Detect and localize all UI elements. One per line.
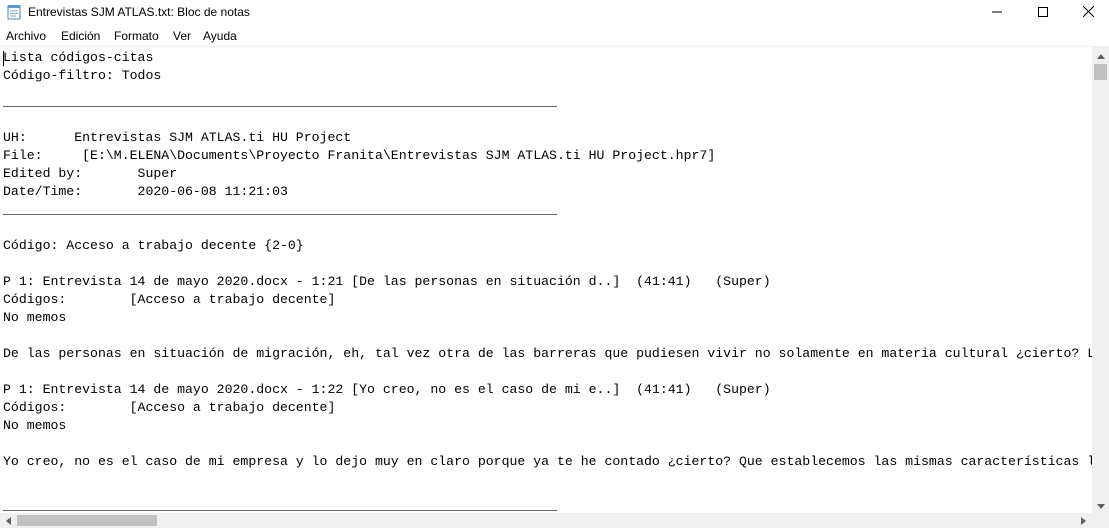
text-line: Edited by: Super [3,166,178,181]
close-button[interactable] [1065,0,1109,25]
text-line: File: [E:\M.ELENA\Documents\Proyecto Fra… [3,148,716,163]
text-line: Date/Time: 2020-06-08 11:21:03 [3,184,288,199]
menu-bar: Archivo Edición Formato Ver Ayuda [0,26,1109,46]
scroll-left-button[interactable] [0,513,17,528]
text-line: Yo creo, no es el caso de mi empresa y l… [3,454,1092,469]
document-text[interactable]: Lista códigos-citas Código-filtro: Todos _… [3,49,1092,514]
menu-archivo[interactable]: Archivo [6,29,46,43]
vertical-scrollbar[interactable] [1092,46,1109,513]
text-line: Lista códigos-citas [3,50,154,65]
text-line [3,219,1092,237]
title-bar: Entrevistas SJM ATLAS.txt: Bloc de notas [0,0,1109,25]
chevron-down-icon [1096,496,1105,514]
text-line [3,489,1092,497]
text-line: UH: Entrevistas SJM ATLAS.ti HU Project [3,130,352,145]
horizontal-scroll-thumb[interactable] [17,515,157,526]
horizontal-scrollbar[interactable] [0,513,1092,528]
text-line [3,363,1092,381]
text-line: Código: Acceso a trabajo decente {2-0} [3,238,304,253]
text-line: No memos [3,418,67,433]
text-line: P 1: Entrevista 14 de mayo 2020.docx - 1… [3,274,771,289]
text-editor[interactable]: Lista códigos-citas Código-filtro: Todos _… [0,46,1092,514]
separator-line: ________________________________________… [3,202,557,217]
separator-line: ________________________________________… [3,94,557,109]
text-line: Códigos: [Acceso a trabajo decente] [3,292,336,307]
maximize-button[interactable] [1020,0,1066,25]
text-line [3,327,1092,345]
text-line: P 1: Entrevista 14 de mayo 2020.docx - 1… [3,382,771,397]
text-line [3,471,1092,489]
menu-edicion[interactable]: Edición [61,29,100,43]
text-line: Código-filtro: Todos [3,68,162,83]
minimize-button[interactable] [974,0,1020,25]
notepad-icon [7,4,21,20]
text-line [3,435,1092,453]
window-title: Entrevistas SJM ATLAS.txt: Bloc de notas [28,5,250,19]
close-icon [1082,4,1094,22]
menu-ver[interactable]: Ver [173,29,191,43]
separator-line: ________________________________________… [3,498,557,513]
scroll-down-button[interactable] [1092,496,1109,513]
text-line: De las personas en situación de migració… [3,346,1092,361]
text-line: Códigos: [Acceso a trabajo decente] [3,400,336,415]
minimize-icon [992,4,1002,22]
chevron-right-icon [1081,512,1086,530]
menu-formato[interactable]: Formato [114,29,159,43]
maximize-icon [1038,4,1048,22]
text-line: No memos [3,310,67,325]
chevron-up-icon [1096,46,1105,64]
scroll-up-button[interactable] [1092,46,1109,63]
text-line [3,255,1092,273]
menu-ayuda[interactable]: Ayuda [203,29,237,43]
vertical-scroll-thumb[interactable] [1094,64,1107,80]
scroll-right-button[interactable] [1075,513,1092,528]
chevron-left-icon [6,512,11,530]
scrollbar-corner [1092,513,1109,528]
